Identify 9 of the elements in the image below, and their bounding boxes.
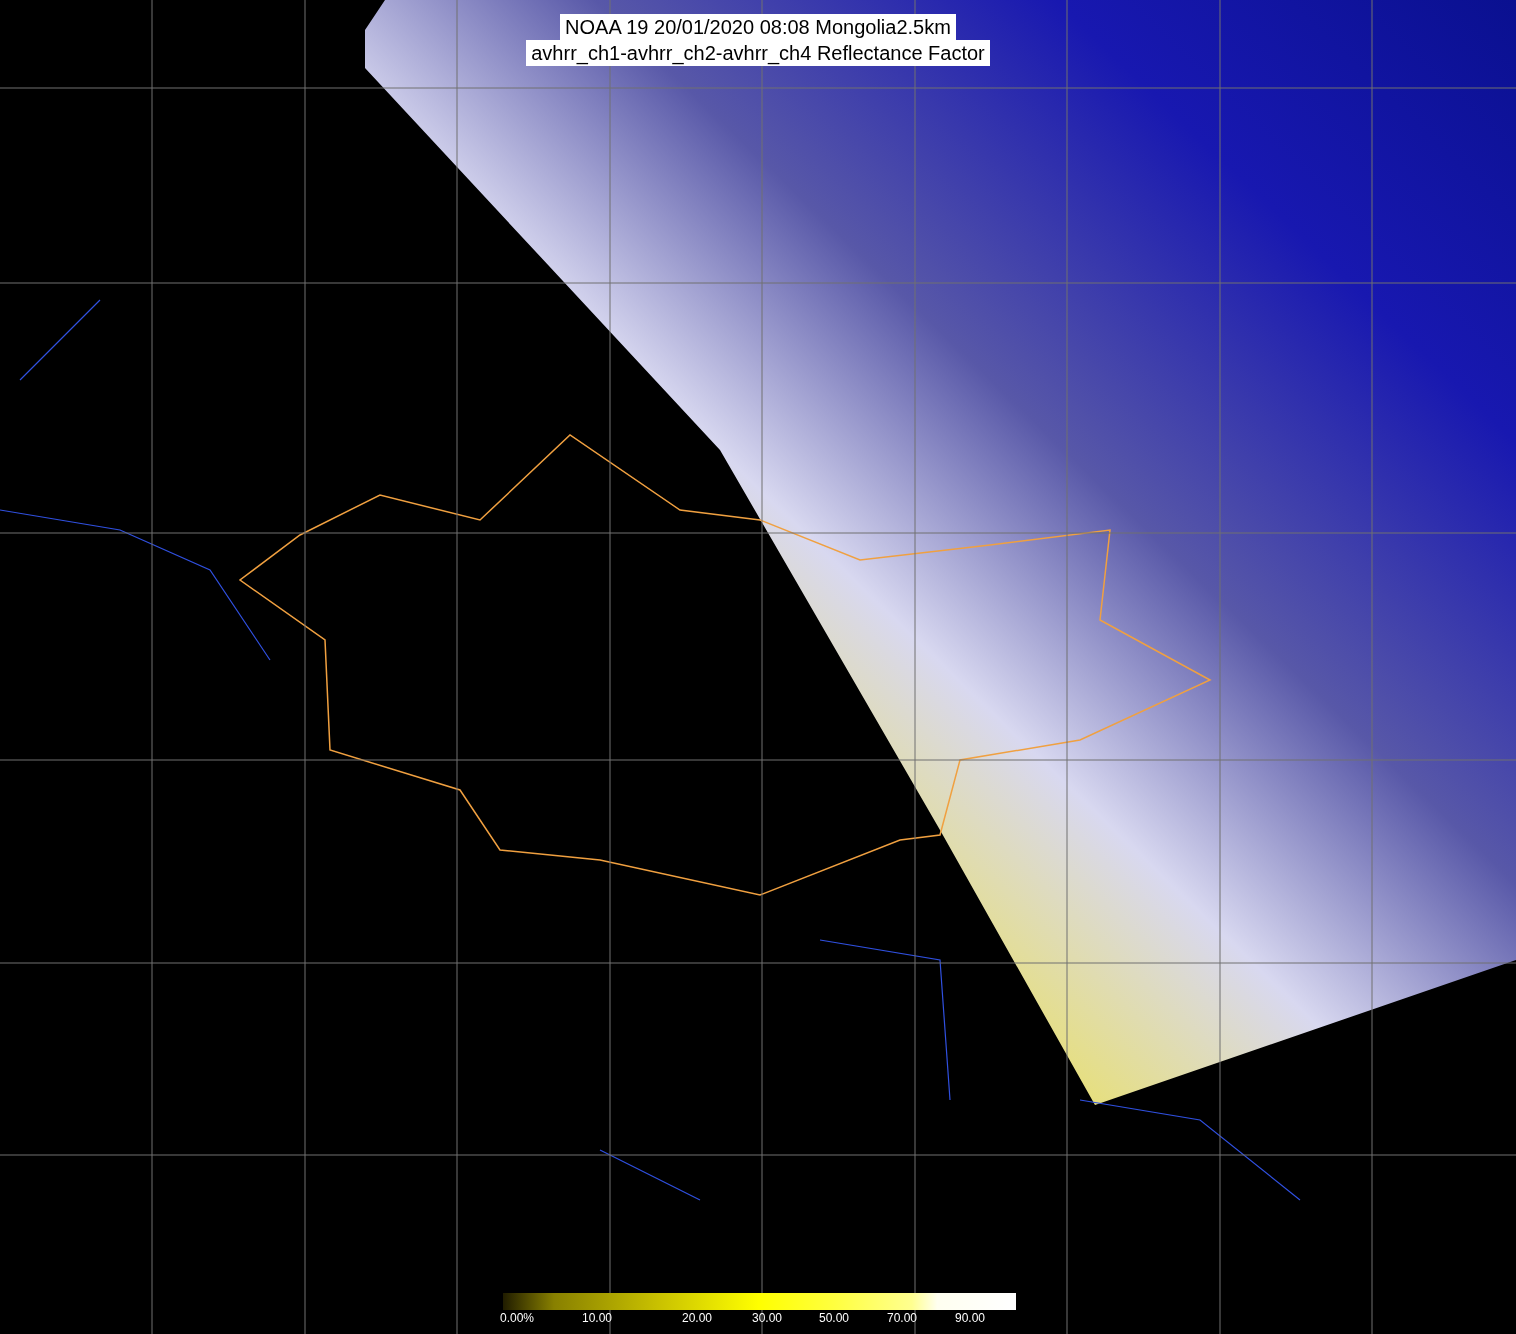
colorbar-label: 50.00 — [819, 1311, 850, 1325]
colorbar-label: 70.00 — [887, 1311, 918, 1325]
colorbar-label: 90.00 — [955, 1311, 986, 1325]
image-title: avhrr_ch1-avhrr_ch2-avhrr_ch4 Reflectance Factor — [526, 40, 990, 66]
colorbar-label: 20.00 — [682, 1311, 713, 1325]
image-title: NOAA 19 20/01/2020 08:08 Mongolia2.5km — [560, 14, 956, 40]
colorbar-label: 10.00 — [582, 1311, 613, 1325]
colorbar-label: 0.00% — [500, 1311, 535, 1325]
colorbar-label: 30.00 — [752, 1311, 783, 1325]
